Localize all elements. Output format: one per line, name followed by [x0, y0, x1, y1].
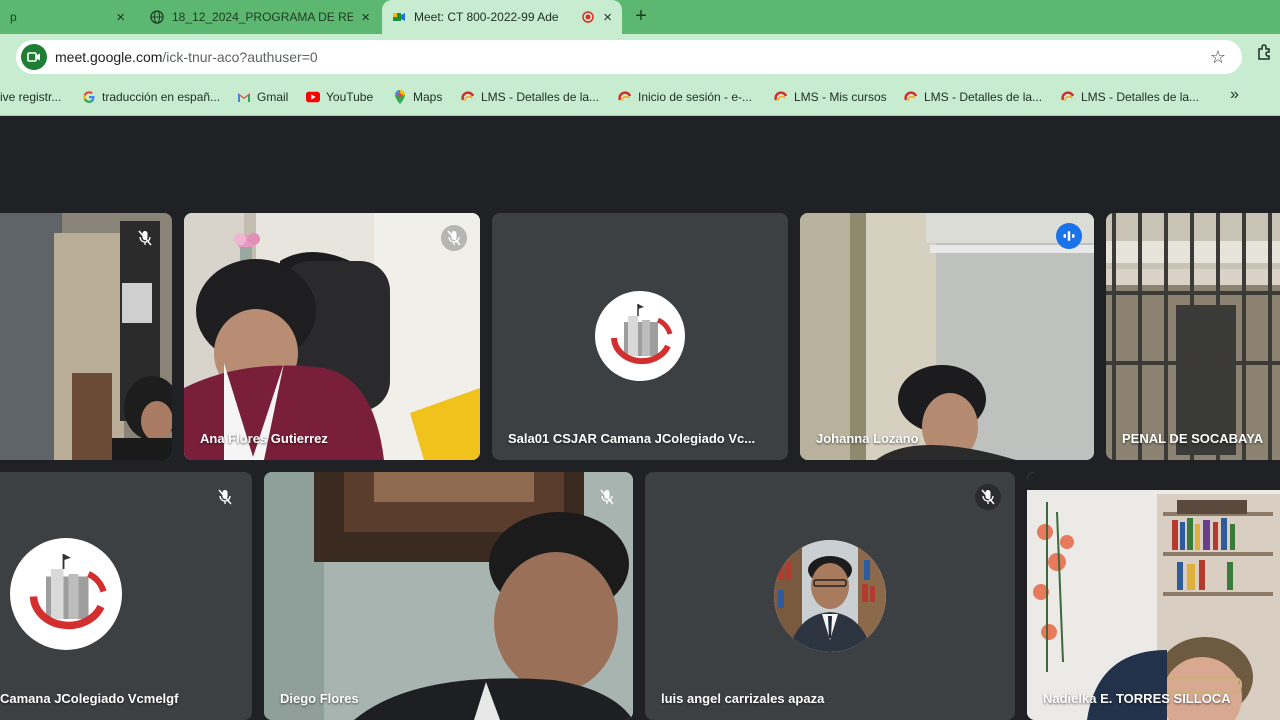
court-logo-avatar	[10, 538, 122, 650]
tab-label: Meet: CT 800-2022-99 Ade	[414, 10, 559, 24]
bookmark-item[interactable]: traducción en españ...	[82, 88, 220, 106]
lms-icon	[774, 90, 788, 104]
tab-partial[interactable]: p ×	[0, 0, 135, 34]
avatar	[774, 540, 886, 652]
bookmark-label: Maps	[413, 90, 443, 104]
mic-off-icon	[441, 225, 467, 251]
lms-icon	[461, 90, 475, 104]
video-frame	[264, 472, 633, 720]
participant-name: PENAL DE SOCABAYA	[1122, 431, 1264, 446]
site-info-icon[interactable]	[21, 44, 47, 70]
participant-name: Johanna Lozano	[816, 431, 919, 446]
youtube-icon	[306, 90, 320, 104]
url-host: meet.google.com	[55, 49, 163, 65]
bookmark-label: traducción en españ...	[102, 90, 221, 104]
bookmark-item[interactable]: LMS - Detalles de la...	[904, 88, 1042, 106]
address-bar[interactable]: meet.google.com/ick-tnur-aco?authuser=0 …	[16, 40, 1242, 74]
tab-label: 18_12_2024_PROGRAMA DE RE	[172, 10, 354, 24]
tab-meet[interactable]: Meet: CT 800-2022-99 Ade ×	[382, 0, 622, 34]
avatar-photo	[774, 540, 886, 652]
participant-name: Diego Flores	[280, 691, 359, 706]
participant-tile[interactable]: luis angel carrizales apaza	[645, 472, 1015, 720]
video-frame	[184, 213, 480, 460]
bookmark-label: LMS - Detalles de la...	[481, 90, 600, 104]
browser-toolbar: meet.google.com/ick-tnur-aco?authuser=0 …	[0, 34, 1280, 78]
meet-icon	[392, 10, 406, 24]
more-bookmarks-button[interactable]: »	[1230, 86, 1239, 104]
participant-tile[interactable]: Nadielka E. TORRES SILLOCA	[1027, 472, 1280, 720]
close-icon[interactable]: ×	[116, 9, 125, 26]
video-frame	[1027, 472, 1280, 720]
bookmark-label: Gmail	[257, 90, 289, 104]
bookmarks-bar: ive registr... traducción en españ... Gm…	[0, 78, 1280, 116]
close-icon[interactable]: ×	[361, 9, 370, 26]
participant-tile[interactable]: PENAL DE SOCABAYA	[1106, 213, 1280, 460]
participant-name: Camana JColegiado Vcmelgf	[0, 691, 179, 706]
url-text[interactable]: meet.google.com/ick-tnur-aco?authuser=0	[55, 49, 318, 65]
url-path: /ick-tnur-aco?authuser=0	[162, 49, 318, 65]
google-icon	[82, 90, 96, 104]
participant-tile[interactable]	[0, 213, 172, 460]
speaking-indicator-icon	[1056, 223, 1082, 249]
maps-icon	[393, 90, 407, 104]
bookmark-item[interactable]: ive registr...	[0, 88, 61, 106]
video-frame	[800, 213, 1094, 460]
video-frame	[1106, 213, 1280, 460]
bookmark-item[interactable]: Inicio de sesión - e-...	[618, 88, 752, 106]
bookmark-label: LMS - Detalles de la...	[924, 90, 1043, 104]
bookmark-label: YouTube	[326, 90, 374, 104]
gmail-icon	[237, 90, 251, 104]
new-tab-button[interactable]: +	[630, 6, 652, 28]
participant-tile[interactable]: Sala01 CSJAR Camana JColegiado Vc...	[492, 213, 788, 460]
mic-off-icon	[594, 484, 620, 510]
tab-label: p	[10, 10, 17, 24]
bookmark-label: ive registr...	[0, 90, 62, 104]
participant-tile[interactable]: Ana Flores Gutierrez	[184, 213, 480, 460]
participant-tile[interactable]: Johanna Lozano	[800, 213, 1094, 460]
court-logo-icon	[611, 304, 673, 365]
bookmark-label: Inicio de sesión - e-...	[638, 90, 753, 104]
tab-programa[interactable]: 18_12_2024_PROGRAMA DE RE ×	[140, 0, 380, 34]
bookmark-item[interactable]: Gmail	[237, 88, 288, 106]
participant-name: Sala01 CSJAR Camana JColegiado Vc...	[508, 431, 756, 446]
court-logo-icon	[29, 554, 107, 630]
bookmark-item[interactable]: Maps	[393, 88, 442, 106]
mic-off-icon	[975, 484, 1001, 510]
bookmark-star-icon[interactable]: ☆	[1210, 47, 1226, 67]
bookmark-item[interactable]: LMS - Detalles de la...	[1061, 88, 1199, 106]
close-icon[interactable]: ×	[603, 9, 612, 26]
bookmark-item[interactable]: LMS - Mis cursos	[774, 88, 887, 106]
participant-name: Nadielka E. TORRES SILLOCA	[1043, 691, 1231, 706]
lms-icon	[618, 90, 632, 104]
bookmark-label: LMS - Mis cursos	[794, 90, 887, 104]
bookmark-item[interactable]: LMS - Detalles de la...	[461, 88, 599, 106]
bookmark-label: LMS - Detalles de la...	[1081, 90, 1200, 104]
tab-strip: p × 18_12_2024_PROGRAMA DE RE × Meet: CT…	[0, 0, 1280, 34]
participant-tile[interactable]: Camana JColegiado Vcmelgf	[0, 472, 252, 720]
extensions-icon[interactable]	[1256, 43, 1274, 66]
lms-icon	[904, 90, 918, 104]
bookmark-item[interactable]: YouTube	[306, 88, 373, 106]
mic-off-icon	[212, 484, 238, 510]
recording-icon	[581, 10, 595, 24]
meet-stage: Ana Flores Gutierrez Sala01 CSJAR Camana…	[0, 117, 1280, 720]
mic-off-icon	[132, 225, 158, 251]
participant-tile[interactable]: Diego Flores	[264, 472, 633, 720]
participant-name: Ana Flores Gutierrez	[200, 431, 328, 446]
participant-name: luis angel carrizales apaza	[661, 691, 825, 706]
lms-icon	[1061, 90, 1075, 104]
court-logo-avatar	[595, 291, 685, 381]
globe-icon	[150, 10, 164, 24]
